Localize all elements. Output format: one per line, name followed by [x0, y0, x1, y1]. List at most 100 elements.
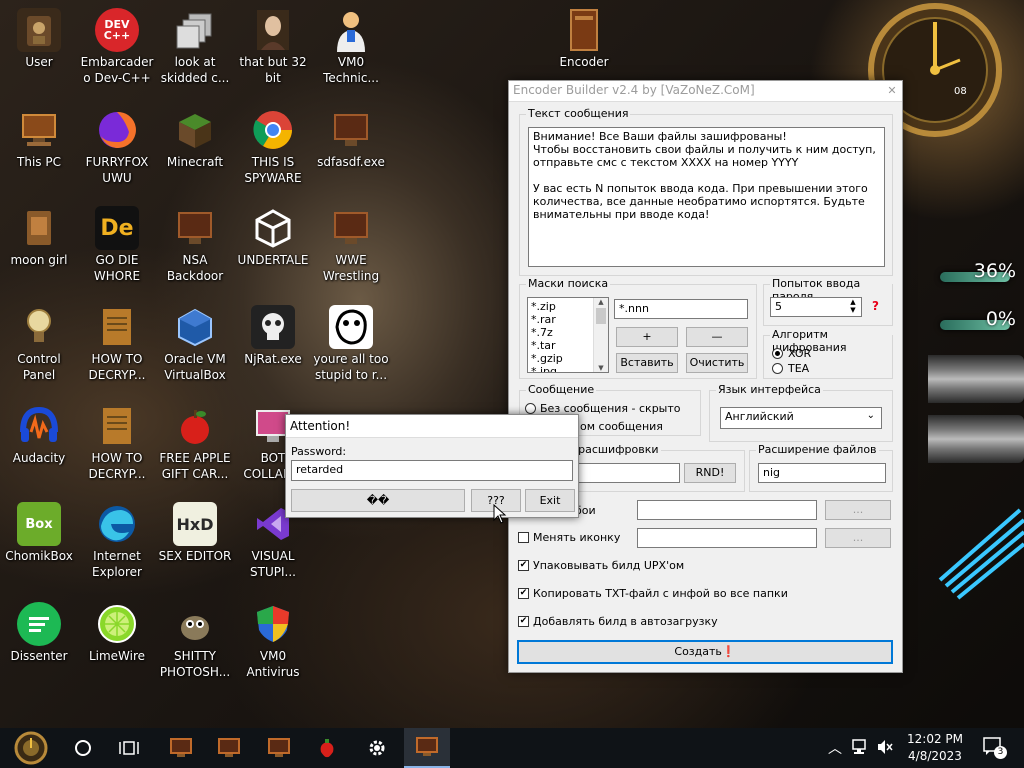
- group-caption: я расшифровки: [566, 443, 661, 456]
- desktop-icon-nsa-backdoor[interactable]: NSA Backdoor: [156, 206, 234, 284]
- desktop-icon-spyware[interactable]: THIS IS SPYWARE: [234, 108, 312, 186]
- desktop-icon-label: THIS IS SPYWARE: [244, 155, 302, 185]
- create-button[interactable]: Создать❗: [517, 640, 893, 664]
- list-item[interactable]: *.zip: [531, 300, 563, 313]
- desktop-icon-control-panel[interactable]: Control Panel: [0, 305, 78, 383]
- clear-button[interactable]: Очистить: [686, 353, 748, 373]
- taskbar-app-4[interactable]: [304, 728, 350, 768]
- tea-radio[interactable]: [772, 363, 783, 374]
- taskbar-app-1[interactable]: [158, 728, 204, 768]
- xor-radio[interactable]: [772, 348, 783, 359]
- notifications-button[interactable]: 3: [982, 736, 1007, 761]
- title-bar[interactable]: Encoder Builder v2.4 by [VaZoNeZ.CoM] ✕: [509, 81, 902, 102]
- desktop-icon-shitty-photoshop[interactable]: SHITTY PHOTOSH...: [156, 602, 234, 680]
- scroll-down-icon[interactable]: ▼: [594, 364, 608, 372]
- desktop-icon-dissenter[interactable]: Dissenter: [0, 602, 78, 664]
- monitor-icon: [329, 206, 373, 250]
- desktop-icon-vm0-antivirus[interactable]: VM0 Antivirus: [234, 602, 312, 680]
- desktop-icon-how-to-decrypt-1[interactable]: HOW TO DECRYP...: [78, 305, 156, 383]
- desktop-icon-njrat[interactable]: NjRat.exe: [234, 305, 312, 367]
- mask-list-scrollbar[interactable]: ▲ ▼: [593, 298, 608, 372]
- taskbar-settings[interactable]: [354, 728, 400, 768]
- password-input[interactable]: retarded: [291, 460, 573, 481]
- desktop-icon-youre-all-too-stupid[interactable]: youre all too stupid to r...: [312, 305, 390, 383]
- unknown-button[interactable]: ��: [291, 489, 465, 512]
- list-item[interactable]: *.7z: [531, 326, 563, 339]
- autorun-checkbox[interactable]: ✔: [518, 616, 529, 627]
- copy-txt-checkbox[interactable]: ✔: [518, 588, 529, 599]
- desktop-icon-virtualbox[interactable]: Oracle VM VirtualBox: [156, 305, 234, 383]
- decrypt-code-input[interactable]: [570, 463, 680, 483]
- list-item[interactable]: *.rar: [531, 313, 563, 326]
- desktop-icon-limewire[interactable]: LimeWire: [78, 602, 156, 664]
- icon-path-input[interactable]: [637, 528, 817, 548]
- decor-cylinder: [928, 415, 1024, 463]
- remove-mask-button[interactable]: —: [686, 327, 748, 347]
- mask-list[interactable]: *.zip *.rar *.7z *.tar *.gzip *.jpg ▲ ▼: [527, 297, 609, 373]
- volume-muted-icon[interactable]: [876, 738, 894, 759]
- desktop-icon-sdfasdf[interactable]: sdfasdf.exe: [312, 108, 390, 170]
- list-item[interactable]: *.jpg: [531, 365, 563, 372]
- desktop-icon-internet-explorer[interactable]: Internet Explorer: [78, 502, 156, 580]
- network-icon[interactable]: [852, 738, 870, 759]
- desktop-icon-vm0-technic[interactable]: VM0 Technic...: [312, 8, 390, 86]
- shield-icon: [251, 602, 295, 646]
- desktop-icon-label: look at skidded c...: [160, 55, 230, 85]
- spinner-arrows-icon[interactable]: ▲ ▼: [846, 298, 860, 316]
- search-button[interactable]: [60, 728, 106, 768]
- desktop-icon-go-die[interactable]: De GO DIE WHORE: [78, 206, 156, 284]
- desktop-icon-audacity[interactable]: Audacity: [0, 404, 78, 466]
- change-icon-checkbox[interactable]: [518, 532, 529, 543]
- desktop-icon-sex-editor[interactable]: HxD SEX EDITOR: [156, 502, 234, 564]
- list-item[interactable]: *.tar: [531, 339, 563, 352]
- user-folder-icon: [17, 8, 61, 52]
- desktop-icon-that-but-32-bit[interactable]: that but 32 bit: [234, 8, 312, 86]
- virtualbox-icon: [173, 305, 217, 349]
- upx-checkbox[interactable]: ✔: [518, 560, 529, 571]
- attention-dialog: Attention! Password: retarded �� ??? Exi…: [285, 414, 579, 518]
- desktop-icon-label: Control Panel: [17, 352, 61, 382]
- random-code-button[interactable]: RND!: [684, 463, 736, 483]
- desktop-icon-undertale[interactable]: UNDERTALE: [234, 206, 312, 268]
- list-item[interactable]: *.gzip: [531, 352, 563, 365]
- desktop-icon-apple-gift[interactable]: FREE APPLE GIFT CAR...: [156, 404, 234, 482]
- language-select[interactable]: Английский ⌄: [720, 407, 882, 429]
- wallpaper-path-input[interactable]: [637, 500, 817, 520]
- desktop-icon-furryfox[interactable]: FURRYFOX UWU: [78, 108, 156, 186]
- taskbar-app-active[interactable]: [404, 728, 450, 768]
- paste-button[interactable]: Вставить: [616, 353, 678, 373]
- desktop-icon-how-to-decrypt-2[interactable]: HOW TO DECRYP...: [78, 404, 156, 482]
- mask-input[interactable]: *.nnn: [614, 299, 748, 319]
- wallpaper-browse-button[interactable]: ...: [825, 500, 891, 520]
- help-icon[interactable]: ?: [872, 299, 879, 313]
- close-button[interactable]: ✕: [882, 81, 902, 101]
- clock-area[interactable]: 12:02 PM 4/8/2023: [905, 731, 965, 765]
- desktop-icon-user[interactable]: User: [0, 8, 78, 70]
- task-view-button[interactable]: [106, 728, 152, 768]
- desktop-icon-moon-girl[interactable]: moon girl: [0, 206, 78, 268]
- taskbar-app-3[interactable]: [256, 728, 302, 768]
- monitor-icon: [173, 206, 217, 250]
- scroll-thumb[interactable]: [596, 308, 606, 324]
- chevron-up-icon[interactable]: ︿: [828, 738, 842, 758]
- exit-button[interactable]: Exit: [525, 489, 575, 512]
- no-message-radio[interactable]: [525, 403, 536, 414]
- desktop-icon-label: Embarcadero Dev-C++: [80, 55, 154, 85]
- desktop-icon-chomikbox[interactable]: Box ChomikBox: [0, 502, 78, 564]
- desktop-icon-this-pc[interactable]: This PC: [0, 108, 78, 170]
- desktop-icon-encoder[interactable]: Encoder: [545, 8, 623, 70]
- desktop-icon-wwe[interactable]: WWE Wrestling: [312, 206, 390, 284]
- unity-icon: [251, 206, 295, 250]
- dialog-title-bar[interactable]: Attention!: [286, 415, 578, 438]
- message-textarea[interactable]: Внимание! Все Ваши файлы зашифрованы! Чт…: [528, 127, 885, 267]
- extension-input[interactable]: nig: [758, 463, 886, 483]
- start-button[interactable]: [8, 728, 54, 768]
- desktop-icon-devcpp[interactable]: DEV C++ Embarcadero Dev-C++: [78, 8, 156, 86]
- desktop-icon-minecraft[interactable]: Minecraft: [156, 108, 234, 170]
- add-mask-button[interactable]: +: [616, 327, 678, 347]
- taskbar-app-2[interactable]: [206, 728, 252, 768]
- icon-browse-button[interactable]: ...: [825, 528, 891, 548]
- scroll-up-icon[interactable]: ▲: [594, 298, 608, 306]
- desktop-icon-label: NjRat.exe: [244, 352, 302, 366]
- desktop-icon-skidded[interactable]: look at skidded c...: [156, 8, 234, 86]
